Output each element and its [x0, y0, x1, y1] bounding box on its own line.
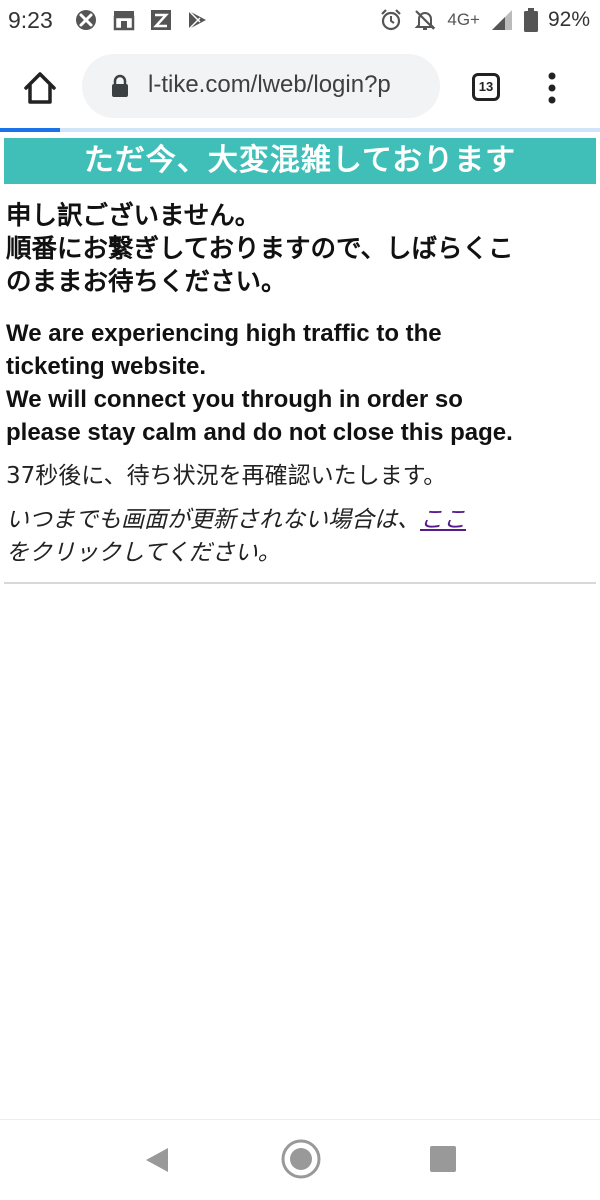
- url-bar[interactable]: l-tike.com/lweb/login?p: [82, 54, 440, 118]
- divider: [4, 582, 596, 584]
- lock-icon: [110, 74, 130, 102]
- network-label: 4G+: [447, 10, 480, 29]
- congestion-banner: ただ今、大変混雑しております: [4, 138, 596, 184]
- more-vert-icon: [548, 72, 556, 104]
- apology-ja-line: のままお待ちください。: [6, 267, 287, 297]
- signal-icon: [490, 8, 514, 32]
- battery-icon: [523, 8, 538, 32]
- system-icons: 4G+ 92%: [379, 8, 590, 32]
- home-button[interactable]: [20, 68, 60, 108]
- url-text: l-tike.com/lweb/login?p: [148, 71, 391, 98]
- xbox-icon: [74, 8, 98, 32]
- status-time: 9:23: [8, 7, 53, 33]
- overflow-menu-button[interactable]: [540, 70, 564, 106]
- back-icon: [146, 1148, 168, 1172]
- apology-en-line: ticketing website.: [6, 353, 207, 380]
- phone-screen: 9:23 4G+ 92% l-tike.com/lweb/login?p 13 …: [0, 0, 600, 1200]
- recheck-countdown: 37秒後に、待ち状況を再確認いたします。: [6, 463, 447, 489]
- back-button[interactable]: [144, 1146, 170, 1178]
- mute-icon: [413, 8, 437, 32]
- refresh-note-after: をクリックしてください。: [6, 540, 281, 566]
- refresh-note-line: いつまでも画面が更新されない場合は、ここ: [6, 504, 594, 537]
- page-content: ただ今、大変混雑しております 申し訳ございません。 順番にお繋ぎしておりますので…: [0, 132, 600, 584]
- notification-icons: [74, 8, 208, 32]
- app-icon: [150, 9, 172, 31]
- home-icon: [24, 72, 56, 104]
- recents-icon: [430, 1146, 456, 1172]
- refresh-link[interactable]: ここ: [420, 507, 466, 533]
- recents-button[interactable]: [430, 1146, 456, 1176]
- refresh-note: いつまでも画面が更新されない場合は、ここ をクリックしてください。: [6, 504, 594, 570]
- battery-percent: 92%: [547, 8, 590, 31]
- nav-home-button[interactable]: [280, 1138, 322, 1184]
- apology-en-line: please stay calm and do not close this p…: [6, 419, 513, 446]
- apology-message-en: We are experiencing high traffic to the …: [6, 317, 594, 449]
- status-bar: 9:23 4G+ 92%: [0, 0, 600, 42]
- apology-ja-line: 申し訳ございません。: [6, 201, 261, 231]
- store-icon: [112, 8, 136, 32]
- apology-ja-line: 順番にお繋ぎしておりますので、しばらくこ: [6, 234, 514, 264]
- nav-home-icon: [281, 1139, 321, 1179]
- apology-message-ja: 申し訳ございません。 順番にお繋ぎしておりますので、しばらくこ のままお待ちくだ…: [6, 200, 594, 299]
- system-nav-bar: [0, 1119, 600, 1200]
- refresh-note-before: いつまでも画面が更新されない場合は、: [6, 507, 420, 533]
- alarm-icon: [379, 8, 403, 32]
- browser-toolbar: l-tike.com/lweb/login?p 13: [0, 44, 600, 128]
- apology-en-line: We are experiencing high traffic to the: [6, 320, 442, 347]
- play-store-icon: [186, 9, 208, 31]
- tab-switcher-button[interactable]: 13: [472, 73, 500, 101]
- apology-en-line: We will connect you through in order so: [6, 386, 463, 413]
